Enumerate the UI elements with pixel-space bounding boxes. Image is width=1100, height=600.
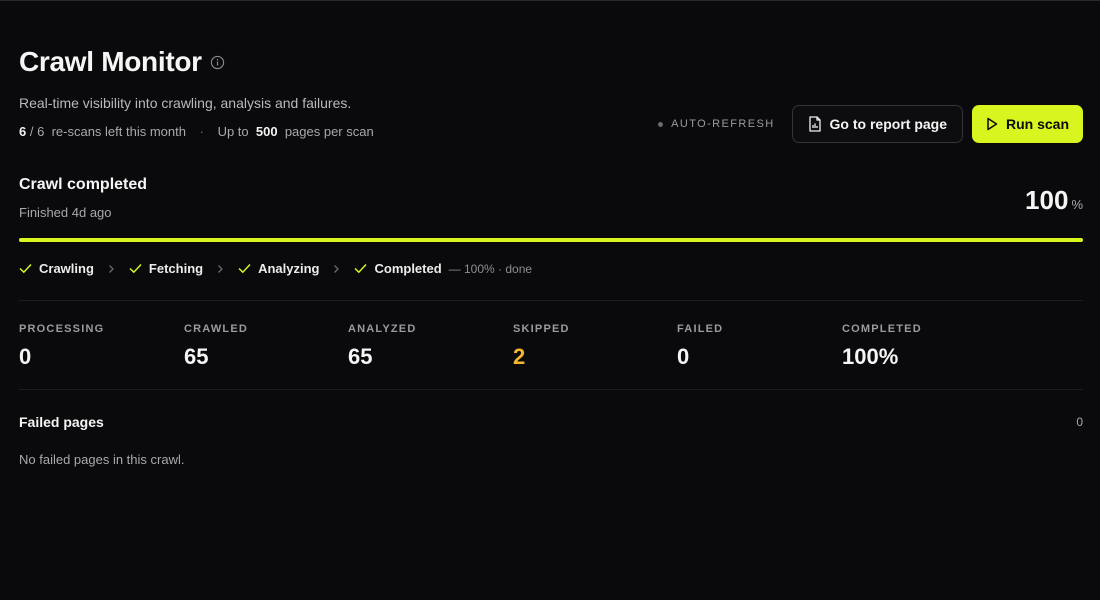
stat-failed: FAILED 0 — [677, 323, 723, 370]
stat-completed: COMPLETED 100% — [842, 323, 922, 370]
check-icon — [19, 263, 32, 274]
page-limit: 500 — [255, 124, 278, 139]
stat-value: 65 — [184, 344, 209, 369]
failed-pages-title: Failed pages — [19, 414, 104, 430]
stat-label: PROCESSING — [19, 323, 105, 335]
top-border — [0, 0, 1100, 1]
crawl-stats: PROCESSING 0 CRAWLED 65 ANALYZED 65 SKIP… — [19, 323, 1083, 373]
stat-label: FAILED — [677, 323, 724, 335]
report-button-label: Go to report page — [829, 116, 947, 132]
step-label: Crawling — [39, 261, 94, 276]
check-icon — [238, 263, 251, 274]
quota-total: 6 — [37, 124, 45, 139]
page-title: Crawl Monitor — [19, 46, 202, 77]
check-icon — [354, 263, 368, 274]
stat-value: 0 — [677, 344, 690, 369]
stat-processing: PROCESSING 0 — [19, 323, 104, 370]
stat-analyzed: ANALYZED 65 — [348, 323, 416, 370]
step-completed: Completed — 100% · done — [354, 261, 532, 276]
step-label: Fetching — [148, 261, 204, 276]
divider — [19, 300, 1083, 301]
report-file-icon — [808, 116, 821, 132]
stat-label: COMPLETED — [842, 323, 922, 335]
step-note: — 100% · done — [448, 261, 533, 276]
stat-value: 2 — [513, 344, 526, 369]
step-label: Completed — [374, 261, 442, 276]
progress-bar-fill — [19, 238, 1083, 242]
chevron-right-icon — [108, 264, 115, 274]
failed-pages-count: 0 — [1076, 415, 1083, 429]
step-analyzing: Analyzing — [238, 261, 319, 276]
status-dot-icon — [658, 121, 664, 127]
stat-label: SKIPPED — [513, 323, 570, 335]
auto-refresh-indicator[interactable]: AUTO-REFRESH — [658, 118, 774, 130]
quota-used: 6 — [19, 124, 27, 139]
stat-label: CRAWLED — [184, 323, 249, 335]
step-crawling: Crawling — [19, 261, 94, 276]
quota-separator: · — [199, 124, 204, 139]
limit-suffix: pages per scan — [284, 124, 374, 139]
go-to-report-button[interactable]: Go to report page — [791, 105, 963, 143]
limit-prefix: Up to — [217, 124, 249, 139]
stat-skipped: SKIPPED 2 — [513, 323, 570, 370]
run-scan-button[interactable]: Run scan — [972, 105, 1083, 143]
stat-value: 100% — [842, 344, 899, 369]
auto-refresh-label: AUTO-REFRESH — [671, 118, 775, 130]
play-icon — [987, 117, 998, 131]
info-icon[interactable] — [210, 55, 225, 70]
crawl-finished-time: Finished 4d ago — [19, 205, 112, 220]
quota-suffix: re-scans left this month — [51, 124, 186, 139]
check-icon — [129, 263, 142, 274]
title-row: Crawl Monitor — [19, 46, 225, 78]
failed-pages-empty-message: No failed pages in this crawl. — [19, 452, 185, 467]
stat-value: 0 — [19, 344, 32, 369]
quota-slash: / — [29, 124, 34, 139]
header-actions: AUTO-REFRESH Go to report page Run scan — [658, 105, 1083, 143]
crawl-status-title: Crawl completed — [19, 176, 148, 193]
page-subtitle: Real-time visibility into crawling, anal… — [19, 95, 352, 111]
progress-percent: 100 % — [1025, 185, 1083, 216]
chevron-right-icon — [217, 264, 224, 274]
pipeline-steps: Crawling Fetching Analyzing Completed — … — [19, 261, 532, 276]
step-fetching: Fetching — [129, 261, 203, 276]
stat-value: 65 — [348, 344, 373, 369]
stat-label: ANALYZED — [348, 323, 417, 335]
step-label: Analyzing — [258, 261, 320, 276]
scan-quota: 6 / 6 re-scans left this month · Up to 5… — [19, 124, 374, 139]
progress-bar — [19, 238, 1083, 242]
divider — [19, 389, 1083, 390]
chevron-right-icon — [333, 264, 340, 274]
run-button-label: Run scan — [1005, 116, 1069, 132]
percent-sign: % — [1071, 197, 1083, 212]
percent-value: 100 — [1025, 185, 1069, 215]
stat-crawled: CRAWLED 65 — [184, 323, 248, 370]
